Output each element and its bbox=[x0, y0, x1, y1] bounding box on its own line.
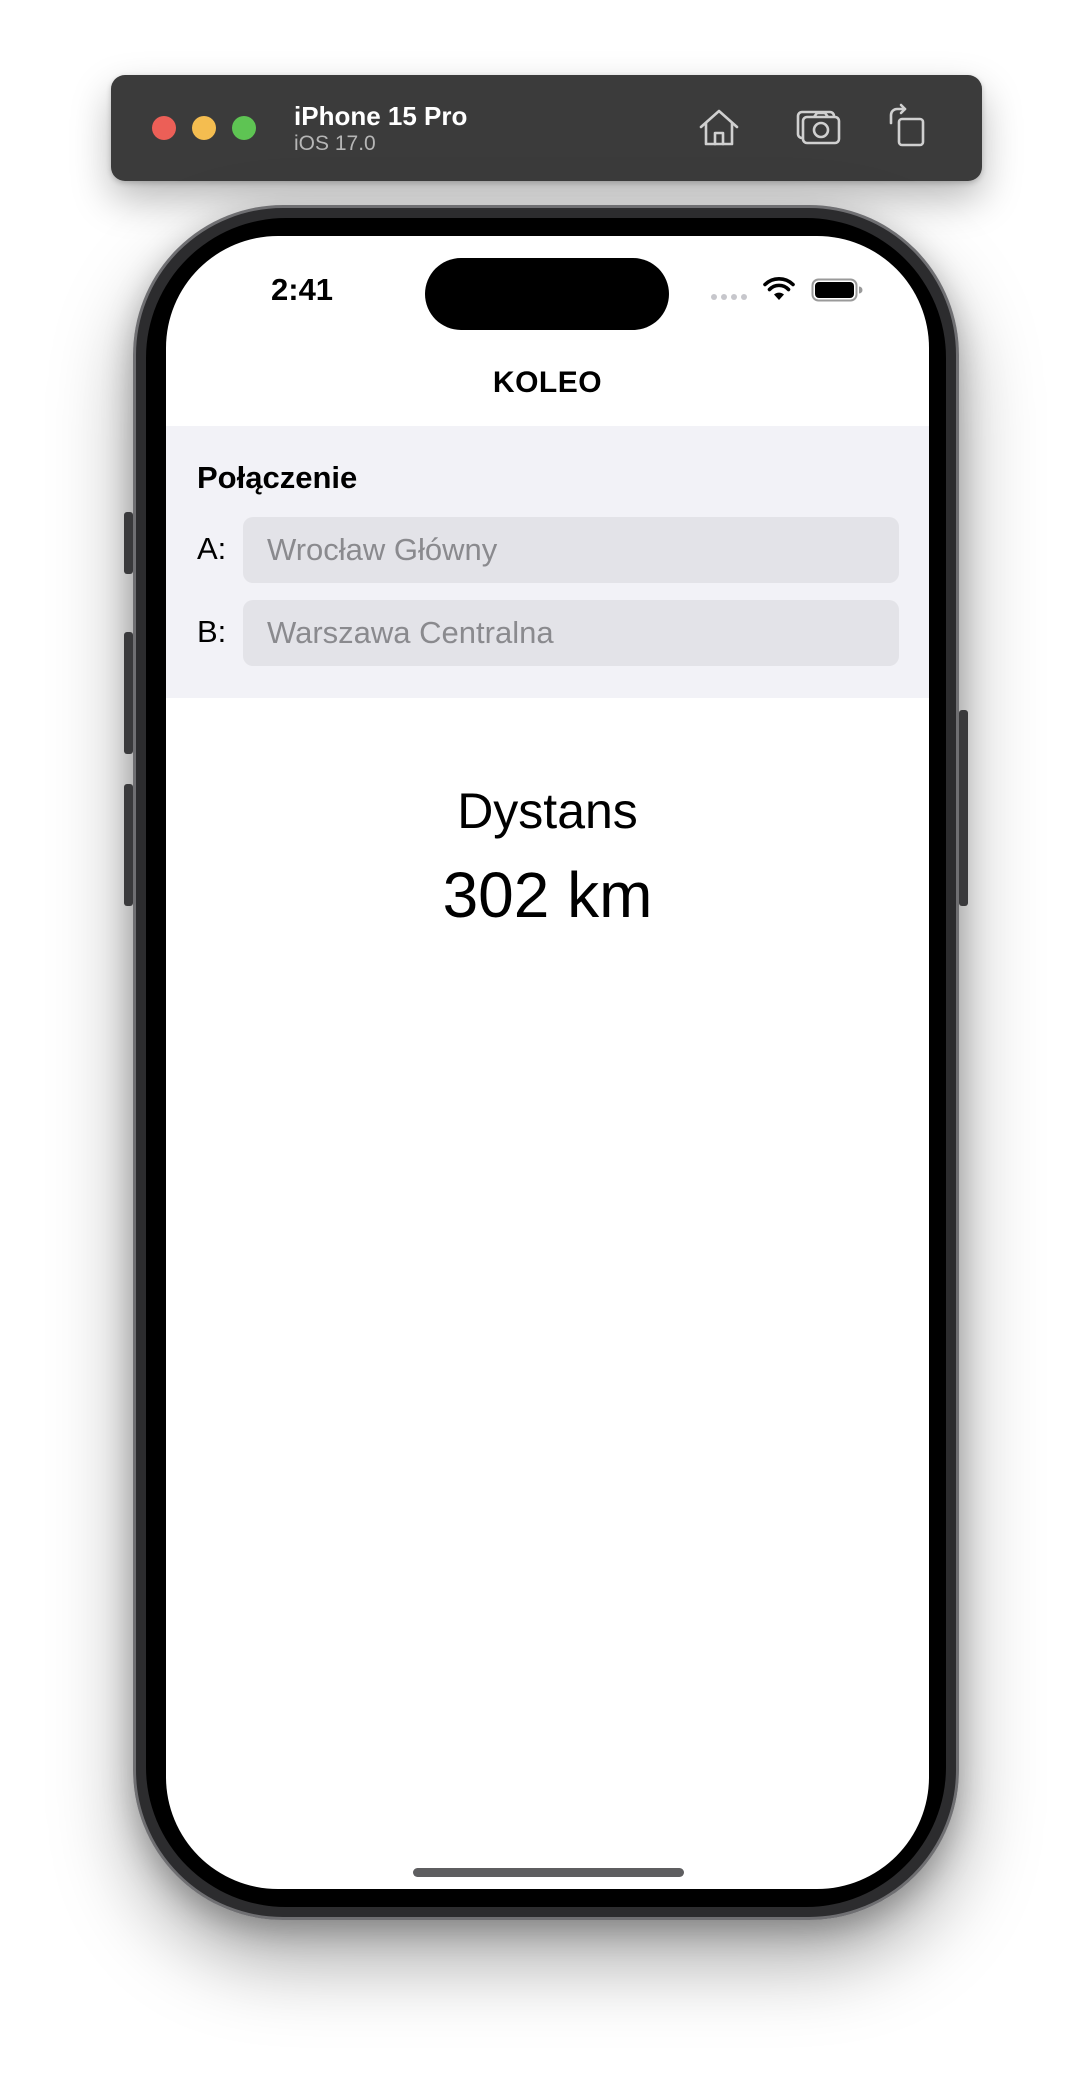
status-time: 2:41 bbox=[271, 272, 334, 307]
volume-up-button bbox=[124, 632, 133, 754]
screenshot-icon[interactable] bbox=[794, 103, 842, 151]
connection-section: Połączenie A: B: bbox=[166, 426, 929, 698]
field-row-b: B: bbox=[166, 600, 929, 666]
battery-icon bbox=[811, 278, 863, 302]
zoom-window-button[interactable] bbox=[232, 116, 256, 140]
field-label-b: B: bbox=[197, 614, 227, 649]
app-screen: 2:41 KOLEO Połączenie A: B: Dystans 302 … bbox=[166, 236, 929, 1889]
cellular-signal-icon bbox=[711, 294, 751, 300]
wifi-icon bbox=[763, 277, 795, 300]
field-row-a: A: bbox=[166, 517, 929, 583]
dynamic-island bbox=[425, 258, 669, 330]
device-name: iPhone 15 Pro bbox=[294, 101, 468, 131]
distance-value: 302 km bbox=[442, 859, 653, 931]
os-version: iOS 17.0 bbox=[294, 132, 376, 155]
destination-station-input[interactable] bbox=[243, 600, 899, 666]
simulator-toolbar: iPhone 15 Pro iOS 17.0 bbox=[111, 75, 982, 181]
action-button bbox=[124, 512, 133, 574]
volume-down-button bbox=[124, 784, 133, 906]
distance-label: Dystans bbox=[457, 783, 638, 839]
close-window-button[interactable] bbox=[152, 116, 176, 140]
section-header: Połączenie bbox=[197, 460, 358, 495]
minimize-window-button[interactable] bbox=[192, 116, 216, 140]
origin-station-input[interactable] bbox=[243, 517, 899, 583]
home-indicator[interactable] bbox=[413, 1868, 684, 1877]
power-button bbox=[959, 710, 968, 906]
rotate-icon[interactable] bbox=[885, 103, 933, 151]
field-label-a: A: bbox=[197, 531, 227, 566]
nav-title: KOLEO bbox=[492, 366, 603, 399]
home-icon[interactable] bbox=[695, 103, 743, 151]
